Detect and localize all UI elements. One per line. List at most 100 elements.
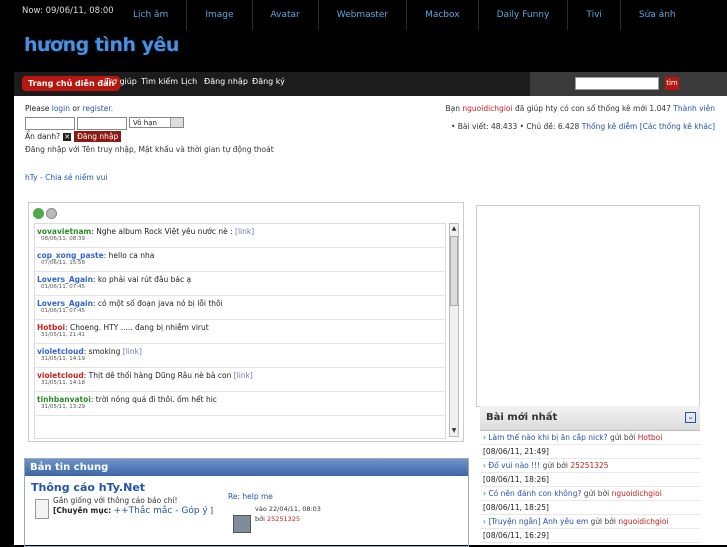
latest-post-author[interactable]: Hotboi [638, 433, 663, 442]
stats-members-link[interactable]: Thành viên [673, 104, 715, 113]
news-category-link[interactable]: ++Thắc mắc - Góp ý [114, 506, 208, 516]
shout-text: có một số đoạn java nó bị lỗi thôi [97, 299, 223, 308]
top-nav-daily-funny[interactable]: Daily Funny [477, 0, 568, 30]
shout-time: 01/06/11, 07:45 [41, 308, 86, 314]
login-link[interactable]: login [52, 104, 70, 113]
stats-link[interactable]: Thống kê diễm [Các thống kê khác] [582, 122, 715, 131]
shoutbox-scrollbar[interactable]: ▲ ▼ [449, 223, 459, 437]
anon-checkbox[interactable]: ✕ [63, 132, 72, 141]
scroll-up-icon[interactable]: ▲ [450, 224, 458, 234]
top-nav-sua-anh[interactable]: Sửa ảnh [619, 0, 694, 30]
shout-text: Thịt dê thối hàng Dũng Râu nè bà con [88, 371, 232, 380]
shout-user[interactable]: Lovers_Again [37, 299, 93, 308]
shout-text: Choeng. HTY ..... đang bị nhiễm virut [70, 323, 209, 332]
search-button[interactable]: tìm [665, 77, 679, 90]
latest-posts: Bài mới nhất ⌄ › Làm thế nào khi bị ăn c… [480, 406, 700, 545]
scroll-thumb[interactable] [450, 236, 458, 306]
main-frame: Trang chủ diễn đàn Trợ giúp Tìm kiếm Lịc… [14, 72, 727, 547]
shout-time: 31/05/11, 21:41 [41, 332, 86, 338]
latest-post-author[interactable]: 25251325 [570, 461, 608, 470]
latest-header: Bài mới nhất ⌄ [480, 406, 700, 431]
latest-post-title[interactable]: › Làm thế nào khi bị ăn cắp nick? [483, 433, 608, 442]
shout-time: 01/06/11, 07:45 [41, 284, 86, 290]
session-length-select[interactable]: Vô hạn [129, 117, 184, 128]
search-input[interactable] [575, 77, 659, 90]
shoutbox-list: vovavietnam: Nghe album Rock Việt yêu nư… [34, 223, 446, 439]
list-item: violetcloud: smoking [link] 31/05/11, 14:… [35, 344, 445, 368]
latest-post-author[interactable]: nguoidichgioi [612, 489, 662, 498]
shout-line: Hotboi: Choeng. HTY ..... đang bị nhiễm … [37, 323, 209, 332]
anon-row: Ẩn danh? ✕ Đăng nhập [25, 131, 122, 142]
latest-post-title[interactable]: › Đố vui nào !!! [483, 461, 540, 470]
menu-help[interactable]: Trợ giúp [105, 77, 137, 86]
menu-bar: Trang chủ diễn đàn Trợ giúp Tìm kiếm Lịc… [14, 72, 727, 96]
latest-post-date: [08/06/11, 18:25] [480, 501, 700, 515]
ad-box [476, 205, 700, 407]
stats-counts-text: • Bài viết: 48.433 • Chủ đề: 6.428 [450, 122, 580, 131]
shout-user[interactable]: violetcloud [37, 371, 84, 380]
menu-login[interactable]: Đăng nhập [204, 77, 248, 86]
shout-line: tinhbanvatoi: trời nóng quá đi thôi. ốm … [37, 395, 217, 404]
menu-register[interactable]: Đăng ký [252, 77, 285, 86]
list-item: Lovers_Again: có một số đoạn java nó bị … [35, 296, 445, 320]
news-reply-link[interactable]: Re: help me [228, 492, 273, 501]
login-button[interactable]: Đăng nhập [74, 131, 122, 142]
shout-user[interactable]: Hotboi [37, 323, 65, 332]
latest-post-date: [08/06/11, 18:26] [480, 473, 700, 487]
refresh-icon[interactable] [33, 208, 44, 219]
shout-text: trời nóng quá đi thôi. ốm hết hic [95, 395, 217, 404]
latest-post-title[interactable]: › Có nên đánh con không? [483, 489, 581, 498]
latest-post-by-label: gửi bởi [583, 489, 610, 498]
latest-list: › Làm thế nào khi bị ăn cắp nick? gửi bở… [480, 431, 700, 543]
shout-link[interactable]: [link] [235, 227, 254, 236]
shout-user[interactable]: tinhbanvatoi [37, 395, 91, 404]
top-nav-avatar[interactable]: Avatar [251, 0, 318, 30]
shout-user[interactable]: vovavietnam [37, 227, 91, 236]
shout-time: 08/06/11, 08:39 [41, 236, 86, 242]
news-reply-user[interactable]: 25251325 [267, 515, 300, 523]
list-item: Lovers_Again: ko phải vai rút đâu bác ạ0… [35, 272, 445, 296]
shout-user[interactable]: cop_xong_paste [37, 251, 104, 260]
shout-time: 31/05/11, 13:29 [41, 404, 86, 410]
site-logo[interactable]: hương tình yêu [24, 34, 179, 56]
scroll-down-icon[interactable]: ▼ [450, 426, 458, 436]
latest-post-date: [08/06/11, 21:49] [480, 445, 700, 459]
shoutbox-icons [33, 208, 57, 219]
list-item: › Đố vui nào !!! gửi bởi 25251325 [480, 459, 700, 473]
top-nav-lich-am[interactable]: Lịch âm [115, 0, 186, 30]
news-title[interactable]: Thông cáo hTy.Net [31, 481, 145, 494]
news-category-end: ] [210, 506, 214, 515]
latest-post-title[interactable]: › [Truyện ngắn] Anh yêu em [483, 517, 588, 526]
shout-line: Lovers_Again: ko phải vai rút đâu bác ạ [37, 275, 192, 284]
login-note: Đăng nhập với Tên truy nhập, Mật khẩu và… [25, 145, 274, 154]
stats-newest-member: Bạn nguoidichgioi đã giúp hty có con số … [446, 104, 716, 113]
menu-search[interactable]: Tìm kiếm [141, 77, 178, 86]
top-nav-macbox[interactable]: Macbox [406, 0, 478, 30]
shout-text: hello ca nha [108, 251, 155, 260]
password-field[interactable] [77, 117, 127, 130]
collapse-icon[interactable]: ⌄ [685, 412, 696, 423]
shout-text: smoking [88, 347, 121, 356]
top-nav-webmaster[interactable]: Webmaster [317, 0, 406, 30]
latest-post-author[interactable]: nguoidichgioi [618, 517, 668, 526]
list-item: › Có nên đánh con không? gửi bởi nguoidi… [480, 487, 700, 501]
latest-post-date: [08/06/11, 16:29] [480, 529, 700, 543]
stats-user-link[interactable]: nguoidichgioi [462, 104, 512, 113]
shout-link[interactable]: [link] [234, 371, 253, 380]
search-area: tìm [530, 72, 727, 96]
username-field[interactable] [25, 117, 75, 130]
register-link[interactable]: register. [82, 104, 113, 113]
shout-user[interactable]: violetcloud [37, 347, 84, 356]
latest-post-by-label: gửi bởi [609, 433, 636, 442]
top-nav-image[interactable]: Image [186, 0, 251, 30]
current-time: Now: 09/06/11, 08:00 [22, 6, 114, 16]
slogan-link[interactable]: hTy - Chia sẻ niềm vui [25, 173, 107, 182]
shout-user[interactable]: Lovers_Again [37, 275, 93, 284]
top-nav-tivi[interactable]: Tivi [567, 0, 620, 30]
menu-calendar[interactable]: Lịch [181, 77, 197, 86]
stats-pre: Bạn [445, 104, 461, 113]
shout-link[interactable]: [link] [123, 347, 142, 356]
settings-icon[interactable] [46, 208, 57, 219]
shout-line: vovavietnam: Nghe album Rock Việt yêu nư… [37, 227, 255, 236]
news-reply-meta: vào 22/04/11, 08:03 bởi 25251325 [255, 504, 321, 524]
